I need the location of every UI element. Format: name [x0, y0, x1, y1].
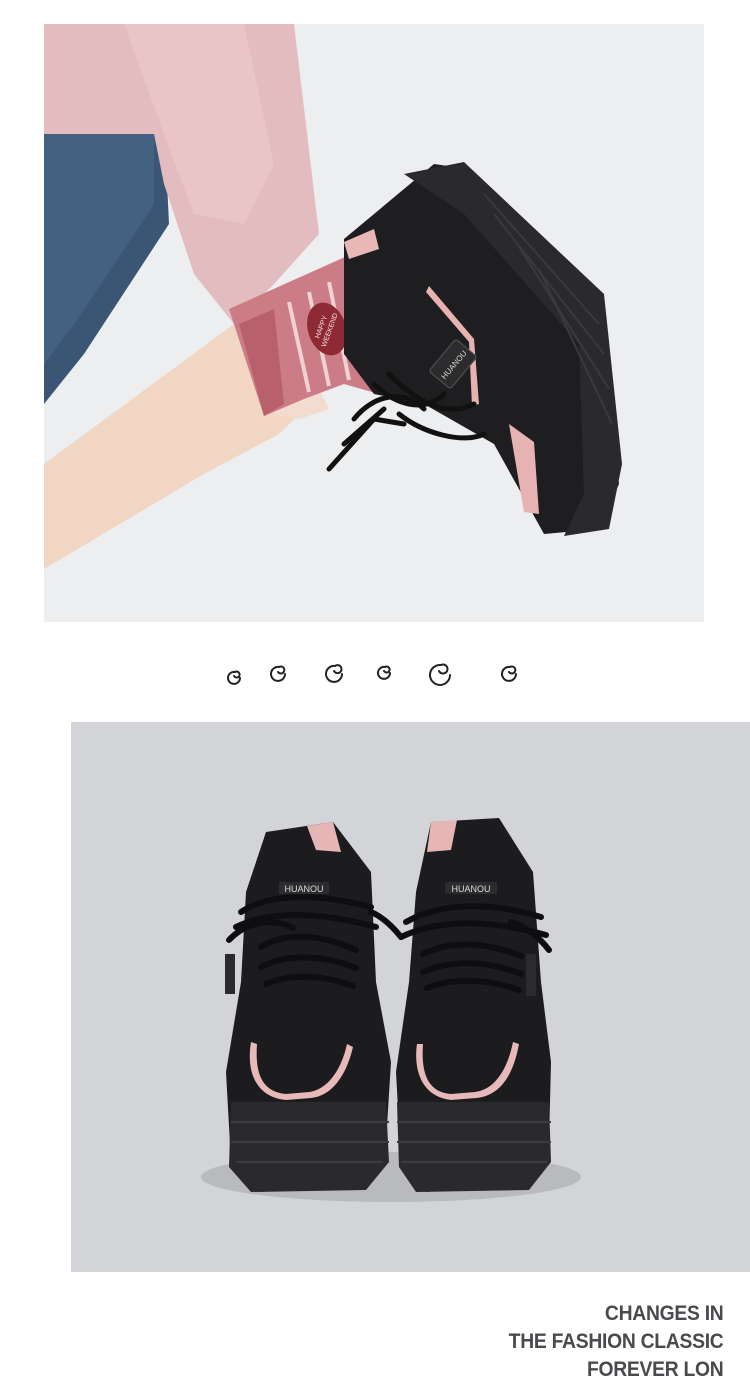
slogan-caption: CHANGES IN THE FASHION CLASSIC FOREVER L… [508, 1300, 723, 1384]
spiral-doodle-icon [501, 665, 517, 682]
product-photo-pair: HUANOU HUANOU [71, 722, 750, 1272]
spiral-doodle-icon [377, 665, 391, 680]
product-photo-worn: HAPPY WEEKEND HUANOU [44, 24, 704, 622]
sneaker-pair-illustration: HUANOU HUANOU [71, 722, 750, 1272]
spiral-doodle-icon [227, 670, 241, 685]
caption-line-3: FOREVER LON [586, 1358, 723, 1381]
caption-line-1: CHANGES IN [604, 1302, 723, 1325]
svg-text:HUANOU: HUANOU [284, 884, 323, 894]
spiral-doodle-row [0, 650, 750, 700]
spiral-doodle-icon [270, 665, 286, 682]
caption-line-2: THE FASHION CLASSIC [508, 1330, 723, 1353]
spiral-doodle-icon [325, 664, 343, 683]
svg-text:HUANOU: HUANOU [451, 884, 490, 894]
sneaker-worn-illustration: HAPPY WEEKEND HUANOU [44, 24, 704, 622]
spiral-doodle-icon [429, 663, 451, 686]
